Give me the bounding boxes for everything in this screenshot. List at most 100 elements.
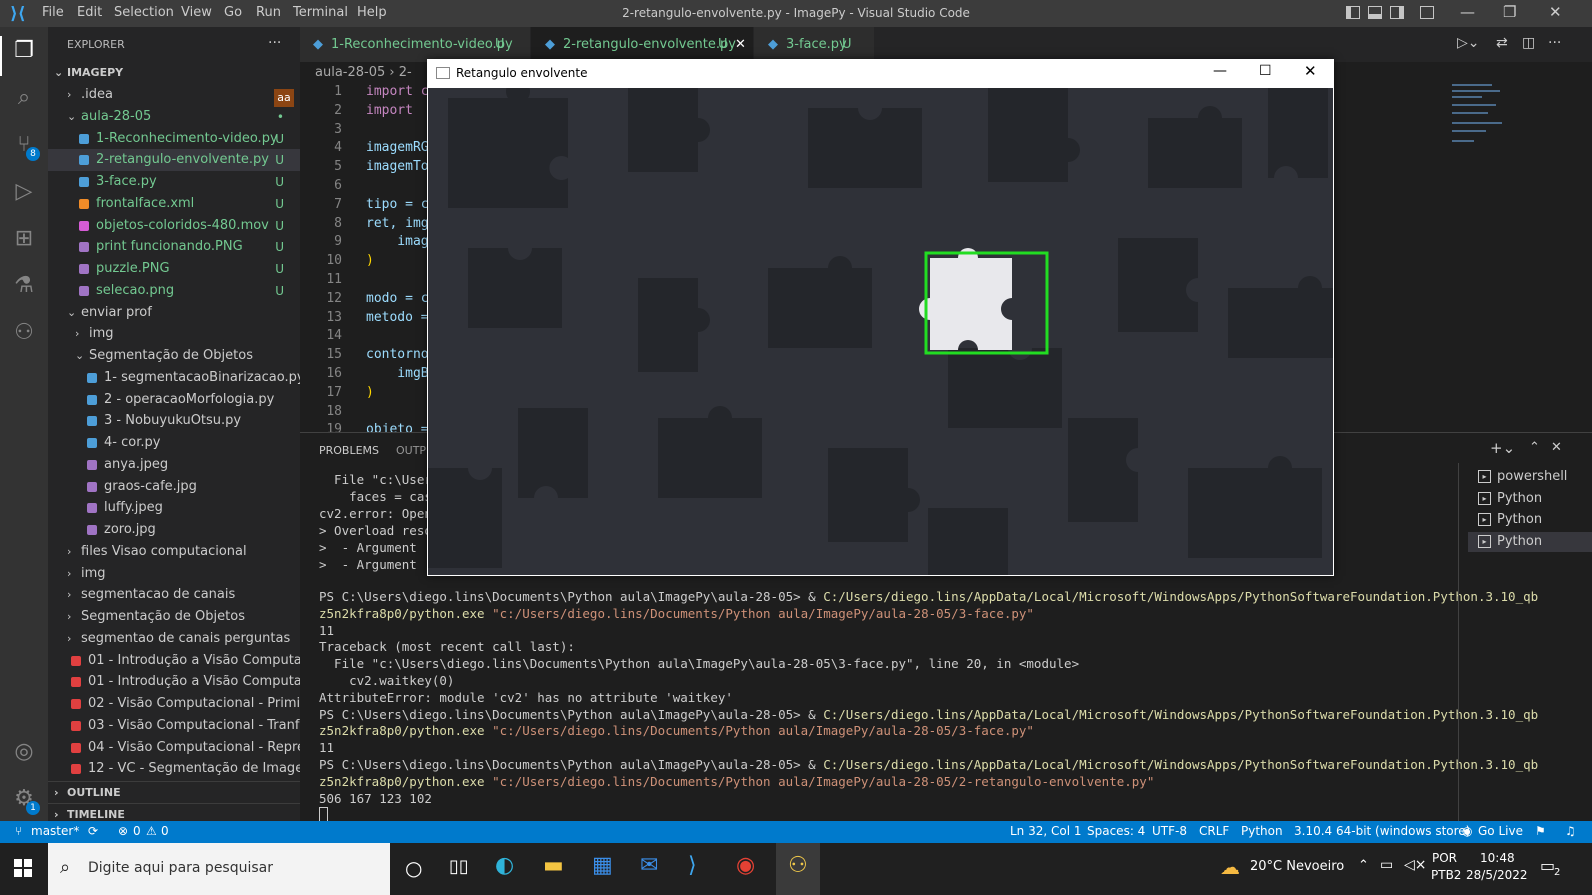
tree-item[interactable]: luffy.jpeg	[48, 497, 300, 519]
code-line[interactable]: modo = c	[366, 291, 429, 306]
sync-icon[interactable]: ⟳	[88, 824, 98, 838]
volume-icon[interactable]: ◁×	[1404, 857, 1427, 873]
eol[interactable]: CRLF	[1199, 824, 1229, 838]
code-line[interactable]: metodo =	[366, 310, 429, 325]
compare-icon[interactable]: ⇄	[1496, 35, 1508, 51]
terminal-list-item[interactable]: ▸ Python	[1468, 510, 1592, 530]
run-icon[interactable]: ▷⌄	[1457, 35, 1480, 51]
search-icon[interactable]: ⌕	[10, 84, 38, 112]
mail-icon[interactable]: ✉	[640, 853, 658, 878]
tree-item[interactable]: ⌄ Segmentação de Objetos	[48, 345, 300, 367]
opencv-window[interactable]: Retangulo envolvente — ☐ ✕	[427, 59, 1334, 576]
indentation[interactable]: Spaces: 4	[1087, 824, 1145, 838]
tree-item[interactable]: 3-face.py U	[48, 171, 300, 193]
tree-item[interactable]: ⌄ aula-28-05 •	[48, 106, 300, 128]
warnings-count[interactable]: 0	[161, 824, 169, 838]
tree-item[interactable]: frontalface.xml U	[48, 193, 300, 215]
terminal-list-item[interactable]: ▸ Python	[1468, 532, 1592, 553]
terminal-list-item[interactable]: ▸ powershell	[1468, 467, 1592, 487]
tree-item[interactable]: 01 - Introdução a Visão Computacio...	[48, 671, 333, 693]
tab-problems[interactable]: PROBLEMS	[319, 444, 379, 457]
tree-item[interactable]: anya.jpeg	[48, 454, 300, 476]
file-explorer-icon[interactable]: ▬	[543, 853, 564, 878]
explorer-icon[interactable]: ❐	[10, 37, 38, 65]
tab-2-retangulo-active[interactable]: ◆ 2-retangulo-envolvente.py U ✕	[531, 27, 753, 62]
toggle-panel-icon[interactable]	[1368, 6, 1382, 19]
terminal-list-item[interactable]: ▸ Python	[1468, 489, 1592, 509]
tree-item[interactable]: 02 - Visão Computacional - Primitivo...	[48, 693, 337, 715]
feedback-icon[interactable]: ⚑	[1535, 824, 1546, 838]
tree-item[interactable]: print funcionando.PNG U	[48, 236, 300, 258]
toggle-sidebar-icon[interactable]	[1346, 6, 1360, 19]
tree-item[interactable]: objetos-coloridos-480.mov U	[48, 215, 300, 237]
code-line[interactable]: import	[366, 103, 421, 118]
cv-close-icon[interactable]: ✕	[1304, 62, 1317, 80]
clock-time[interactable]: 10:48	[1480, 851, 1515, 865]
interpreter[interactable]: 3.10.4 64-bit (windows store)	[1294, 824, 1470, 838]
bell-icon[interactable]: ♫	[1565, 824, 1576, 838]
code-line[interactable]: )	[366, 253, 374, 268]
code-line[interactable]: imag	[366, 234, 428, 249]
tree-item[interactable]: 3 - NobuyukuOtsu.py	[48, 410, 300, 432]
outline-section[interactable]: › OUTLINE	[48, 781, 300, 804]
tree-item[interactable]: › .idea	[48, 84, 300, 106]
encoding[interactable]: UTF-8	[1152, 824, 1187, 838]
tab-3-face[interactable]: ◆ 3-face.py U	[754, 27, 874, 62]
more-actions-icon[interactable]: ···	[1548, 35, 1561, 51]
language-mode[interactable]: Python	[1241, 824, 1283, 838]
warnings-icon[interactable]: ⚠	[146, 824, 157, 838]
code-line[interactable]: contorno	[366, 347, 429, 362]
code-line[interactable]: import c	[366, 84, 429, 99]
account-icon[interactable]: ◎	[10, 738, 38, 766]
task-view-icon[interactable]: ▯▯	[449, 856, 469, 877]
vscode-taskbar-icon[interactable]: ⟩	[688, 853, 697, 878]
tree-item[interactable]: 01 - Introdução a Visão Computacio...	[48, 650, 333, 672]
tree-item[interactable]: 04 - Visão Computacional - Represe...	[48, 737, 332, 759]
tree-item[interactable]: 2-retangulo-envolvente.py U	[48, 149, 300, 172]
customize-layout-icon[interactable]	[1420, 6, 1434, 19]
code-line[interactable]: imagemTo	[366, 159, 429, 174]
code-line[interactable]: imagemRG	[366, 140, 429, 155]
branch-icon[interactable]: ⑂	[15, 824, 22, 838]
python-taskbar-icon[interactable]: ⚇	[776, 843, 820, 895]
tree-item[interactable]: 4- cor.py	[48, 432, 300, 454]
store-icon[interactable]: ▦	[592, 853, 613, 878]
close-icon[interactable]: ✕	[1549, 3, 1562, 21]
tree-item[interactable]: 1-Reconhecimento-video.py U	[48, 128, 300, 150]
code-line[interactable]: )	[366, 385, 374, 400]
explorer-root[interactable]: ⌄ IMAGEPY	[48, 62, 300, 84]
language-indicator[interactable]: POR	[1432, 851, 1457, 865]
maximize-panel-icon[interactable]: ⌃	[1529, 440, 1540, 455]
close-panel-icon[interactable]: ✕	[1551, 440, 1562, 455]
tray-chevron-icon[interactable]: ⌃	[1358, 858, 1369, 873]
tree-item[interactable]: › img	[48, 563, 300, 585]
tree-item[interactable]: 2 - operacaoMorfologia.py	[48, 389, 300, 411]
tree-item[interactable]: 12 - VC - Segmentação de Imagens....	[48, 758, 335, 780]
split-editor-icon[interactable]: ◫	[1522, 35, 1535, 51]
go-live[interactable]: Go Live	[1478, 824, 1523, 838]
tree-item[interactable]: › img	[48, 323, 300, 345]
windows-start-icon[interactable]	[14, 859, 32, 877]
edge-icon[interactable]: ◐	[495, 853, 514, 878]
tree-item[interactable]: 03 - Visão Computacional - Tranform...	[48, 715, 338, 737]
tree-item[interactable]: selecao.png U	[48, 280, 300, 302]
clock-date[interactable]: 28/5/2022	[1466, 868, 1528, 882]
errors-count[interactable]: 0	[133, 824, 141, 838]
code-line[interactable]: ret, img	[366, 216, 429, 231]
python-icon[interactable]: ⚇	[10, 319, 38, 347]
cursor-position[interactable]: Ln 32, Col 1	[1010, 824, 1082, 838]
tree-item[interactable]: zoro.jpg	[48, 519, 300, 541]
testing-icon[interactable]: ⚗	[10, 272, 38, 300]
tree-item[interactable]: › segmentao de canais perguntas	[48, 628, 300, 650]
minimize-icon[interactable]: —	[1460, 3, 1475, 21]
weather-text[interactable]: 20°C Nevoeiro	[1250, 859, 1344, 874]
run-debug-icon[interactable]: ▷	[10, 178, 38, 206]
tree-item[interactable]: 1- segmentacaoBinarizacao.py	[48, 367, 305, 389]
tree-item[interactable]: › files Visao computacional	[48, 541, 300, 563]
network-icon[interactable]: ▭	[1380, 857, 1393, 873]
tree-item[interactable]: › Segmentação de Objetos	[48, 606, 300, 628]
tab-1-reconhecimento[interactable]: ◆ 1-Reconhecimento-video.py U	[300, 27, 530, 62]
close-tab-icon[interactable]: ✕	[735, 27, 746, 62]
keyboard-indicator[interactable]: PTB2	[1431, 868, 1461, 882]
cv-minimize-icon[interactable]: —	[1213, 63, 1227, 79]
